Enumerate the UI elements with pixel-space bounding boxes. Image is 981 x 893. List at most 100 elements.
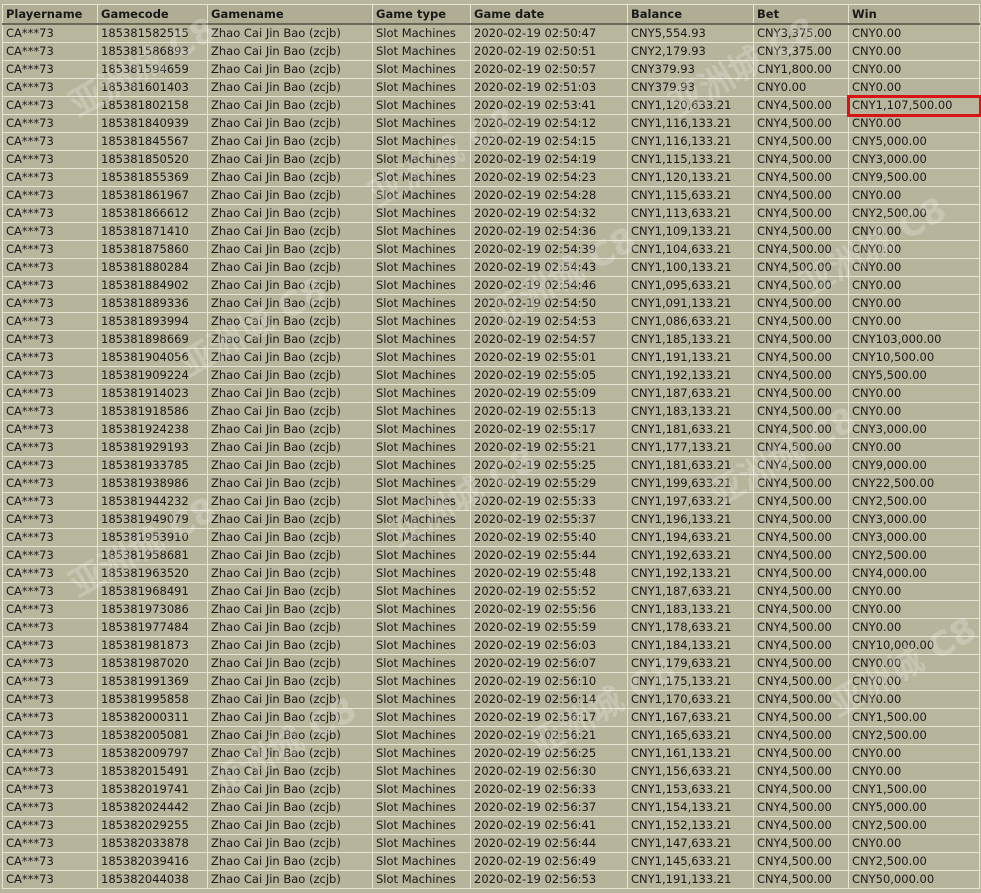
cell-gamename: Zhao Cai Jin Bao (zcjb) [207, 780, 373, 799]
table-row[interactable]: CA***73 185381963520 Zhao Cai Jin Bao (zcj… [2, 564, 980, 583]
table-row[interactable]: CA***73 185381958681 Zhao Cai Jin Bao (zcj… [2, 546, 980, 565]
table-row[interactable]: CA***73 185382029255 Zhao Cai Jin Bao (zcj… [2, 816, 980, 835]
cell-game-date: 2020-02-19 02:56:41 [470, 816, 628, 835]
column-header-game-type[interactable]: Game type [372, 4, 471, 25]
table-row[interactable]: CA***73 185381850520 Zhao Cai Jin Bao (zcj… [2, 150, 980, 169]
cell-game-type: Slot Machines [372, 816, 471, 835]
column-header-balance[interactable]: Balance [627, 4, 754, 25]
cell-game-type: Slot Machines [372, 456, 471, 475]
table-row[interactable]: CA***73 185382015491 Zhao Cai Jin Bao (zcj… [2, 762, 980, 781]
table-row[interactable]: CA***73 185382024442 Zhao Cai Jin Bao (zcj… [2, 798, 980, 817]
cell-win: CNY0.00 [848, 672, 980, 691]
cell-playername: CA***73 [2, 870, 98, 889]
table-row[interactable]: CA***73 185381601403 Zhao Cai Jin Bao (zcj… [2, 78, 980, 97]
table-row[interactable]: CA***73 185381893994 Zhao Cai Jin Bao (zcj… [2, 312, 980, 331]
table-row[interactable]: CA***73 185381953910 Zhao Cai Jin Bao (zcj… [2, 528, 980, 547]
cell-gamecode: 185381855369 [97, 168, 208, 187]
cell-game-date: 2020-02-19 02:54:12 [470, 114, 628, 133]
table-row[interactable]: CA***73 185381866612 Zhao Cai Jin Bao (zcj… [2, 204, 980, 223]
table-row[interactable]: CA***73 185381968491 Zhao Cai Jin Bao (zcj… [2, 582, 980, 601]
cell-balance: CNY1,165,633.21 [627, 726, 754, 745]
cell-playername: CA***73 [2, 150, 98, 169]
cell-gamecode: 185381973086 [97, 600, 208, 619]
cell-game-date: 2020-02-19 02:55:40 [470, 528, 628, 547]
cell-game-type: Slot Machines [372, 636, 471, 655]
cell-bet: CNY4,500.00 [753, 294, 849, 313]
table-row[interactable]: CA***73 185381929193 Zhao Cai Jin Bao (zcj… [2, 438, 980, 457]
cell-game-date: 2020-02-19 02:55:25 [470, 456, 628, 475]
column-header-bet[interactable]: Bet [753, 4, 849, 25]
cell-game-date: 2020-02-19 02:55:37 [470, 510, 628, 529]
cell-game-type: Slot Machines [372, 546, 471, 565]
table-row[interactable]: CA***73 185381909224 Zhao Cai Jin Bao (zcj… [2, 366, 980, 385]
table-row[interactable]: CA***73 185382039416 Zhao Cai Jin Bao (zcj… [2, 852, 980, 871]
table-row[interactable]: CA***73 185381924238 Zhao Cai Jin Bao (zcj… [2, 420, 980, 439]
table-row[interactable]: CA***73 185382044038 Zhao Cai Jin Bao (zcj… [2, 870, 980, 889]
cell-playername: CA***73 [2, 114, 98, 133]
cell-gamename: Zhao Cai Jin Bao (zcjb) [207, 204, 373, 223]
column-header-game-date[interactable]: Game date [470, 4, 628, 25]
table-row[interactable]: CA***73 185381981873 Zhao Cai Jin Bao (zcj… [2, 636, 980, 655]
cell-balance: CNY1,109,133.21 [627, 222, 754, 241]
table-row[interactable]: CA***73 185381594659 Zhao Cai Jin Bao (zcj… [2, 60, 980, 79]
cell-balance: CNY1,187,633.21 [627, 582, 754, 601]
table-row[interactable]: CA***73 185381586893 Zhao Cai Jin Bao (zcj… [2, 42, 980, 61]
table-row[interactable]: CA***73 185381914023 Zhao Cai Jin Bao (zcj… [2, 384, 980, 403]
cell-gamename: Zhao Cai Jin Bao (zcjb) [207, 186, 373, 205]
cell-game-type: Slot Machines [372, 276, 471, 295]
table-header-row: Playername Gamecode Gamename Game type G… [2, 4, 980, 25]
table-row[interactable]: CA***73 185381949079 Zhao Cai Jin Bao (zcj… [2, 510, 980, 529]
table-row[interactable]: CA***73 185382033878 Zhao Cai Jin Bao (zcj… [2, 834, 980, 853]
column-header-win[interactable]: Win [848, 4, 980, 25]
table-row[interactable]: CA***73 185382000311 Zhao Cai Jin Bao (zcj… [2, 708, 980, 727]
table-row[interactable]: CA***73 185381875860 Zhao Cai Jin Bao (zcj… [2, 240, 980, 259]
cell-gamename: Zhao Cai Jin Bao (zcjb) [207, 816, 373, 835]
cell-game-type: Slot Machines [372, 348, 471, 367]
table-row[interactable]: CA***73 185381884902 Zhao Cai Jin Bao (zcj… [2, 276, 980, 295]
table-row[interactable]: CA***73 185381991369 Zhao Cai Jin Bao (zcj… [2, 672, 980, 691]
cell-balance: CNY1,145,633.21 [627, 852, 754, 871]
cell-balance: CNY379.93 [627, 78, 754, 97]
cell-bet: CNY4,500.00 [753, 510, 849, 529]
cell-gamename: Zhao Cai Jin Bao (zcjb) [207, 582, 373, 601]
cell-playername: CA***73 [2, 384, 98, 403]
table-row[interactable]: CA***73 185381582515 Zhao Cai Jin Bao (zcj… [2, 23, 980, 43]
cell-gamecode: 185381898669 [97, 330, 208, 349]
table-row[interactable]: CA***73 185381904056 Zhao Cai Jin Bao (zcj… [2, 348, 980, 367]
cell-bet: CNY4,500.00 [753, 222, 849, 241]
cell-balance: CNY5,554.93 [627, 23, 754, 43]
cell-gamename: Zhao Cai Jin Bao (zcjb) [207, 600, 373, 619]
cell-bet: CNY4,500.00 [753, 672, 849, 691]
cell-bet: CNY3,375.00 [753, 23, 849, 43]
cell-game-date: 2020-02-19 02:56:53 [470, 870, 628, 889]
cell-bet: CNY4,500.00 [753, 420, 849, 439]
table-row[interactable]: CA***73 185382019741 Zhao Cai Jin Bao (zcj… [2, 780, 980, 799]
table-row[interactable]: CA***73 185381802158 Zhao Cai Jin Bao (zcj… [2, 94, 981, 117]
table-row[interactable]: CA***73 185381898669 Zhao Cai Jin Bao (zcj… [2, 330, 980, 349]
table-row[interactable]: CA***73 185382009797 Zhao Cai Jin Bao (zcj… [2, 744, 980, 763]
table-row[interactable]: CA***73 185381938986 Zhao Cai Jin Bao (zcj… [2, 474, 980, 493]
table-row[interactable]: CA***73 185381995858 Zhao Cai Jin Bao (zcj… [2, 690, 980, 709]
table-row[interactable]: CA***73 185381855369 Zhao Cai Jin Bao (zcj… [2, 168, 980, 187]
column-header-gamename[interactable]: Gamename [207, 4, 373, 25]
column-header-playername[interactable]: Playername [2, 4, 98, 25]
cell-bet: CNY4,500.00 [753, 186, 849, 205]
table-row[interactable]: CA***73 185382005081 Zhao Cai Jin Bao (zcj… [2, 726, 980, 745]
cell-balance: CNY2,179.93 [627, 42, 754, 61]
table-row[interactable]: CA***73 185381880284 Zhao Cai Jin Bao (zcj… [2, 258, 980, 277]
table-row[interactable]: CA***73 185381840939 Zhao Cai Jin Bao (zcj… [2, 114, 980, 133]
table-row[interactable]: CA***73 185381973086 Zhao Cai Jin Bao (zcj… [2, 600, 980, 619]
table-row[interactable]: CA***73 185381889336 Zhao Cai Jin Bao (zcj… [2, 294, 980, 313]
table-row[interactable]: CA***73 185381944232 Zhao Cai Jin Bao (zcj… [2, 492, 980, 511]
column-header-gamecode[interactable]: Gamecode [97, 4, 208, 25]
table-row[interactable]: CA***73 185381918586 Zhao Cai Jin Bao (zcj… [2, 402, 980, 421]
cell-game-type: Slot Machines [372, 60, 471, 79]
table-row[interactable]: CA***73 185381845567 Zhao Cai Jin Bao (zcj… [2, 132, 980, 151]
cell-balance: CNY1,152,133.21 [627, 816, 754, 835]
table-row[interactable]: CA***73 185381871410 Zhao Cai Jin Bao (zcj… [2, 222, 980, 241]
table-row[interactable]: CA***73 185381977484 Zhao Cai Jin Bao (zcj… [2, 618, 980, 637]
table-row[interactable]: CA***73 185381987020 Zhao Cai Jin Bao (zcj… [2, 654, 980, 673]
cell-balance: CNY1,181,633.21 [627, 456, 754, 475]
table-row[interactable]: CA***73 185381933785 Zhao Cai Jin Bao (zcj… [2, 456, 980, 475]
table-row[interactable]: CA***73 185381861967 Zhao Cai Jin Bao (zcj… [2, 186, 980, 205]
